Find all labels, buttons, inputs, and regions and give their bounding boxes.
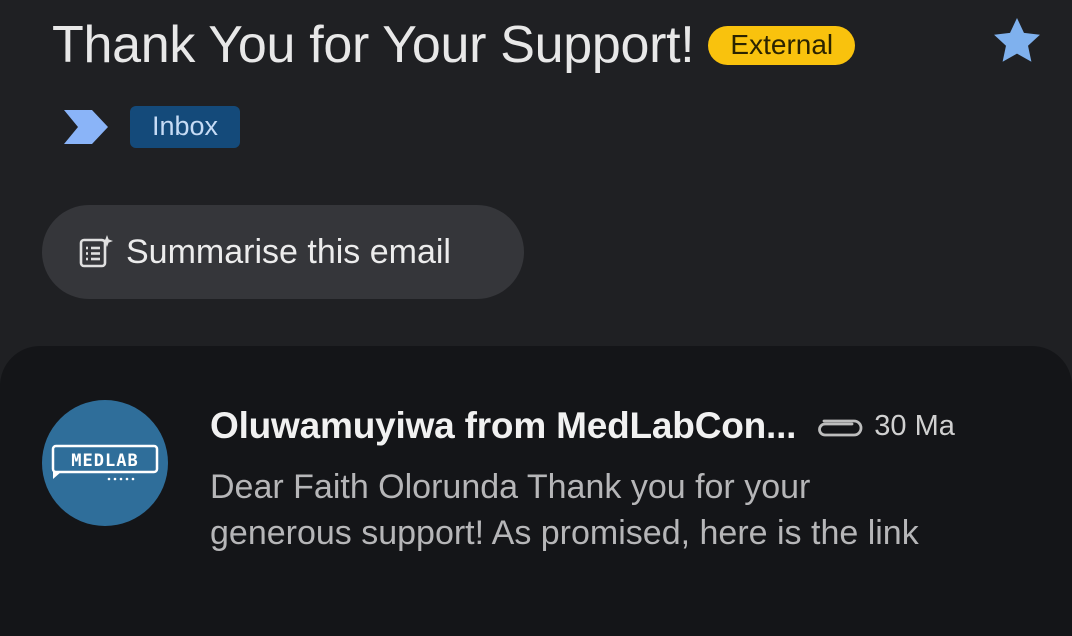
inbox-label-chip[interactable]: Inbox — [130, 106, 241, 148]
snippet-line: generous support! As promised, here is t… — [210, 514, 919, 552]
sender-name[interactable]: Oluwamuyiwa from MedLabCon... — [210, 405, 796, 447]
message-header-card[interactable]: MEDLAB Oluwamuyiwa from MedLabCon... 30 … — [0, 346, 1072, 636]
subject-row: Thank You for Your Support! External — [52, 10, 856, 80]
external-badge: External — [708, 25, 856, 65]
sender-row: Oluwamuyiwa from MedLabCon... 30 Ma — [210, 402, 955, 450]
star-icon[interactable] — [990, 14, 1044, 68]
paperclip-icon — [818, 419, 863, 437]
summarise-icon — [79, 235, 113, 268]
message-snippet: Dear Faith Olorunda Thank you for your g… — [210, 464, 1030, 556]
summarise-button[interactable]: Summarise this email — [42, 205, 524, 299]
svg-text:MEDLAB: MEDLAB — [71, 451, 138, 471]
sender-avatar[interactable]: MEDLAB — [42, 400, 168, 526]
label-row: Inbox — [62, 104, 241, 150]
summarise-label: Summarise this email — [126, 232, 451, 271]
message-date: 30 Ma — [874, 409, 955, 442]
snippet-line: Dear Faith Olorunda Thank you for your — [210, 468, 811, 506]
medlab-logo: MEDLAB — [51, 444, 159, 481]
importance-marker-icon[interactable] — [62, 108, 110, 146]
email-subject: Thank You for Your Support! — [52, 16, 695, 74]
